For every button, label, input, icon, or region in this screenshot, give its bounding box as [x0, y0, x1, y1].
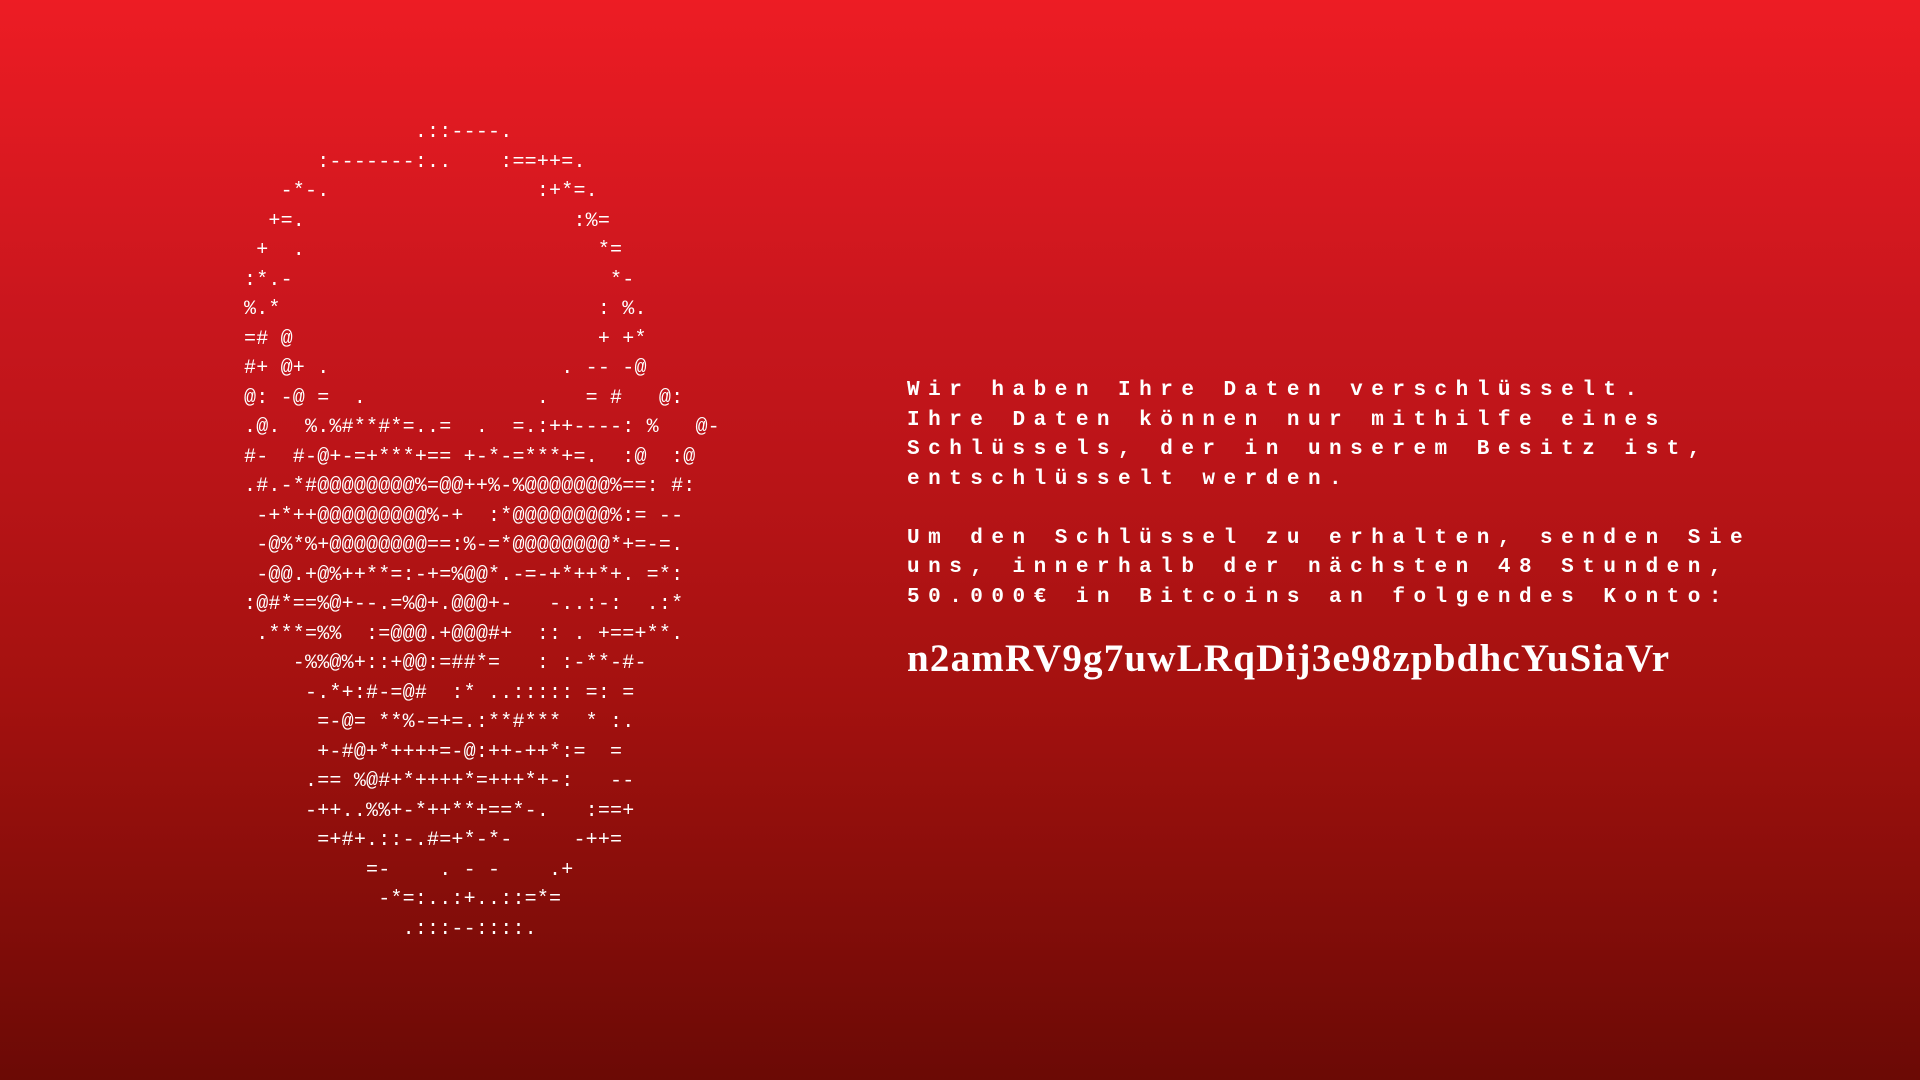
- bitcoin-wallet-address: n2amRV9g7uwLRqDij3e98zpbdhcYuSiaVr: [907, 637, 1671, 680]
- ransom-message: Wir haben Ihre Daten verschlüsselt. Ihre…: [907, 376, 1907, 612]
- skull-ascii-art: .::----. :-------:.. :==++=. -*-. :+*=. …: [244, 121, 720, 941]
- payment-demand-text: Um den Schlüssel zu erhalten, senden Sie…: [907, 526, 1752, 609]
- encryption-notice-text: Wir haben Ihre Daten verschlüsselt. Ihre…: [907, 379, 1709, 491]
